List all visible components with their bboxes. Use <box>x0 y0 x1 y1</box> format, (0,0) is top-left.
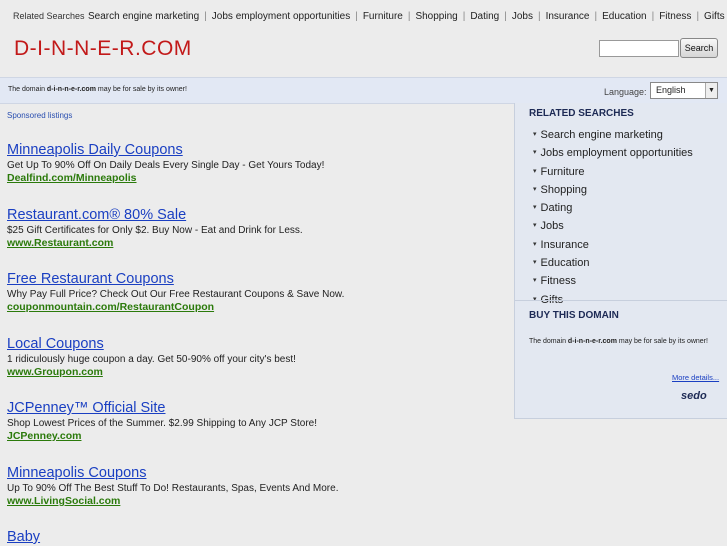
listing-title[interactable]: Minneapolis Coupons <box>7 465 507 482</box>
related-link[interactable]: Insurance <box>541 239 589 251</box>
listing: Baby <box>7 529 507 546</box>
bullet-icon: ▾ <box>533 167 537 175</box>
listing-title[interactable]: Minneapolis Daily Coupons <box>7 142 507 159</box>
search-button[interactable]: Search <box>680 38 718 58</box>
list-item: ▾ Jobs <box>533 218 693 236</box>
listing: Minneapolis Coupons Up To 90% Off The Be… <box>7 465 507 508</box>
listing: Minneapolis Daily Coupons Get Up To 90% … <box>7 142 507 185</box>
list-item: ▾ Insurance <box>533 237 693 255</box>
list-item: ▾ Search engine marketing <box>533 127 693 145</box>
related-searches-label: Related Searches <box>13 11 85 21</box>
listing: Restaurant.com® 80% Sale $25 Gift Certif… <box>7 207 507 250</box>
bullet-icon: ▾ <box>533 277 537 285</box>
buy-domain-text: The domain d-i-n-n-e-r.com may be for sa… <box>529 338 708 345</box>
listing: Free Restaurant Coupons Why Pay Full Pri… <box>7 271 507 314</box>
listing-desc: $25 Gift Certificates for Only $2. Buy N… <box>7 225 303 236</box>
bullet-icon: ▾ <box>533 149 537 157</box>
related-link[interactable]: Search engine marketing <box>541 129 663 141</box>
bullet-icon: ▾ <box>533 131 537 138</box>
bullet-icon: ▾ <box>533 259 537 267</box>
for-sale-notice: The domain d-i-n-n-e-r.com may be for sa… <box>8 86 187 93</box>
listing-title[interactable]: Local Coupons <box>7 336 507 353</box>
listing-title[interactable]: Baby <box>7 529 507 546</box>
related-link[interactable]: Education <box>541 257 590 269</box>
listing-desc: Why Pay Full Price? Check Out Our Free R… <box>7 289 345 300</box>
list-item: ▾ Furniture <box>533 164 693 182</box>
related-link[interactable]: Dating <box>541 202 573 214</box>
top-link-jobs-employment[interactable]: Jobs employment opportunities <box>212 11 350 22</box>
right-panel: RELATED SEARCHES ▾ Search engine marketin… <box>514 103 727 419</box>
top-link-fitness[interactable]: Fitness <box>659 11 691 22</box>
sponsored-label: Sponsored listings <box>7 111 73 120</box>
bullet-icon: ▾ <box>533 240 537 248</box>
language-select[interactable]: English ▼ <box>650 82 718 99</box>
notice-bar: The domain d-i-n-n-e-r.com may be for sa… <box>0 77 727 104</box>
related-link[interactable]: Shopping <box>541 184 588 196</box>
related-link[interactable]: Jobs <box>541 220 564 232</box>
listing-url[interactable]: www.LivingSocial.com <box>7 495 507 508</box>
top-link-gifts[interactable]: Gifts <box>704 11 725 22</box>
listing: Local Coupons 1 ridiculously huge coupon… <box>7 336 507 379</box>
listing-title[interactable]: Restaurant.com® 80% Sale <box>7 207 507 224</box>
buy-domain-name: d-i-n-n-e-r.com <box>567 338 617 345</box>
related-list: ▾ Search engine marketing ▾ Jobs employmen… <box>533 127 693 310</box>
listing-url[interactable]: www.Groupon.com <box>7 366 507 379</box>
top-link-search-engine-marketing[interactable]: Search engine marketing <box>88 11 199 22</box>
related-link[interactable]: Jobs employment opportunities <box>541 147 693 159</box>
related-searches-heading: RELATED SEARCHES <box>529 108 634 119</box>
listing-url[interactable]: couponmountain.com/RestaurantCoupon <box>7 301 507 314</box>
top-link-education[interactable]: Education <box>602 11 646 22</box>
bullet-icon: ▾ <box>533 222 537 230</box>
bullet-icon: ▾ <box>533 185 537 193</box>
listing-desc: Up To 90% Off The Best Stuff To Do! Rest… <box>7 483 339 494</box>
dropdown-arrow-icon[interactable]: ▼ <box>705 83 717 98</box>
related-links: Search engine marketing | Jobs employment … <box>88 11 725 22</box>
listing-url[interactable]: JCPenney.com <box>7 430 507 443</box>
listing-desc: Get Up To 90% Off On Daily Deals Every S… <box>7 160 325 171</box>
related-link[interactable]: Fitness <box>541 275 576 287</box>
top-link-insurance[interactable]: Insurance <box>546 11 590 22</box>
more-details-link[interactable]: More details... <box>672 373 719 382</box>
listing-title[interactable]: JCPenney™ Official Site <box>7 400 507 417</box>
top-link-furniture[interactable]: Furniture <box>363 11 403 22</box>
site-title: D-I-N-N-E-R.COM <box>14 37 192 60</box>
list-item: ▾ Shopping <box>533 182 693 200</box>
search-input[interactable] <box>599 40 679 57</box>
list-item: ▾ Education <box>533 255 693 273</box>
buy-domain-heading: BUY THIS DOMAIN <box>529 310 619 321</box>
listing-url[interactable]: Dealfind.com/Minneapolis <box>7 172 507 185</box>
top-related-bar: Related Searches Search engine marketing… <box>0 0 727 32</box>
language-label: Language: <box>604 87 647 97</box>
list-item: ▾ Jobs employment opportunities <box>533 145 693 163</box>
panel-divider <box>515 300 727 301</box>
listing-desc: Shop Lowest Prices of the Summer. $2.99 … <box>7 418 317 429</box>
listing-title[interactable]: Free Restaurant Coupons <box>7 271 507 288</box>
sedo-logo: sedo <box>681 390 707 402</box>
listing-url[interactable]: www.Restaurant.com <box>7 237 507 250</box>
bullet-icon: ▾ <box>533 204 537 212</box>
listing-desc: 1 ridiculously huge coupon a day. Get 50… <box>7 354 296 365</box>
related-link[interactable]: Furniture <box>541 166 585 178</box>
list-item: ▾ Fitness <box>533 273 693 291</box>
top-link-dating[interactable]: Dating <box>470 11 499 22</box>
top-link-shopping[interactable]: Shopping <box>415 11 457 22</box>
language-selected-value: English <box>656 85 686 95</box>
notice-domain: d-i-n-n-e-r.com <box>46 86 96 93</box>
list-item: ▾ Dating <box>533 200 693 218</box>
listing: JCPenney™ Official Site Shop Lowest Pric… <box>7 400 507 443</box>
top-link-jobs[interactable]: Jobs <box>512 11 533 22</box>
